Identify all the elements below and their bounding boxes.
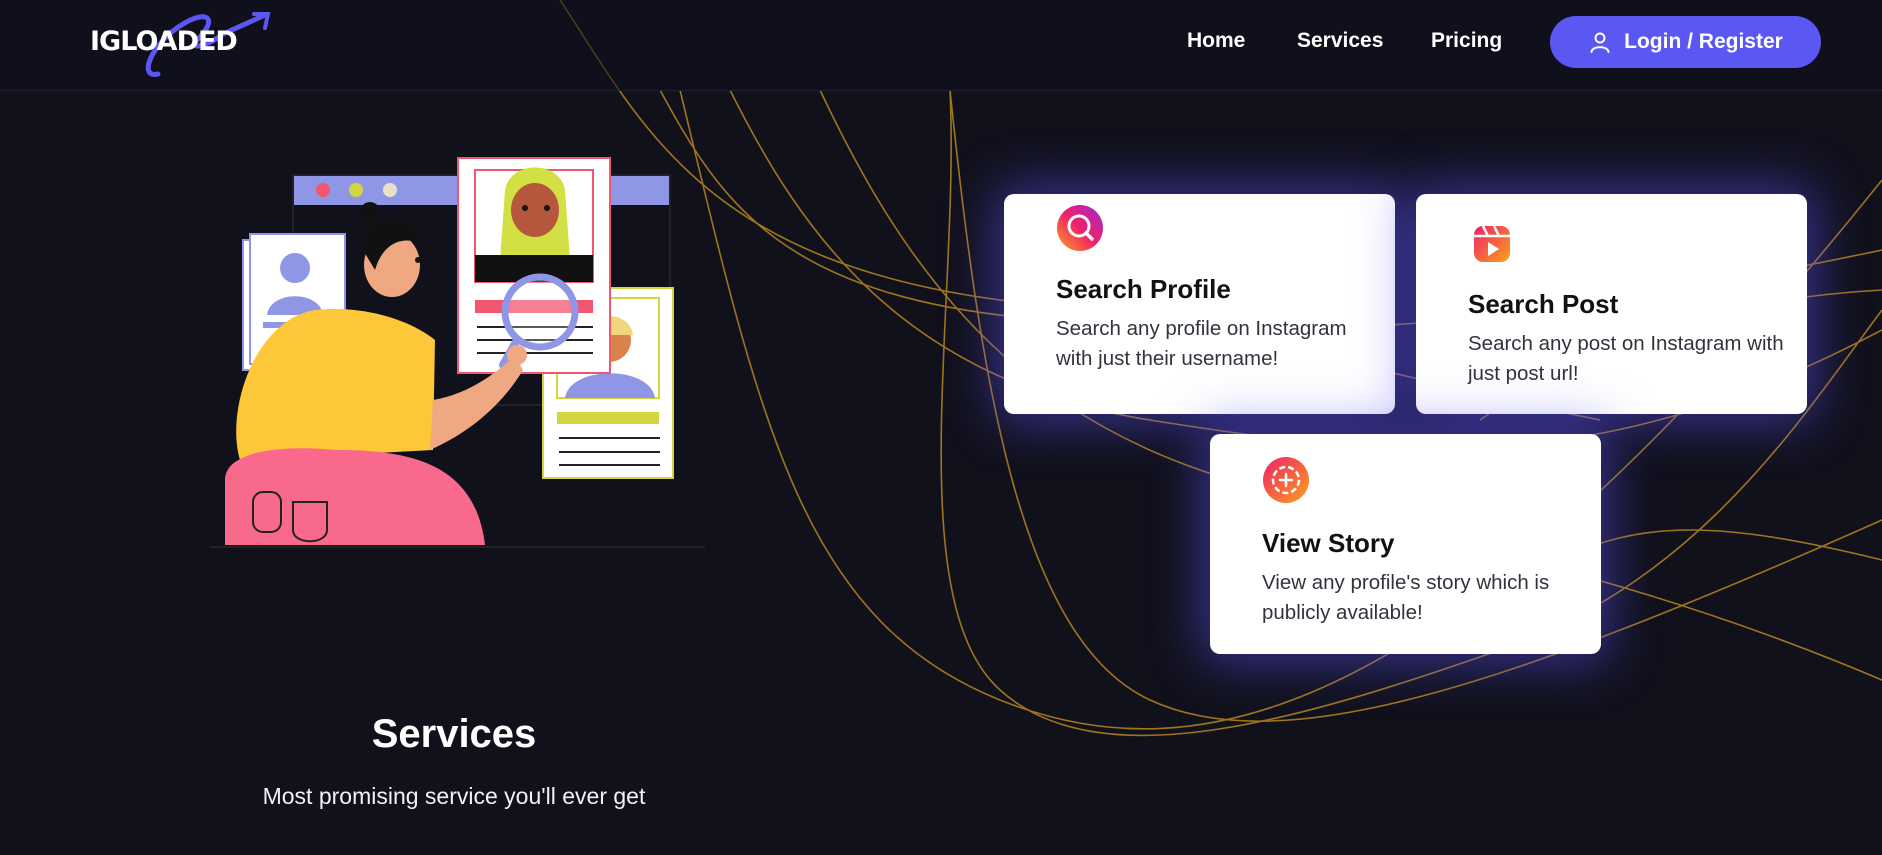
search-profile-card[interactable]: Search Profile Search any profile on Ins… [1004, 194, 1395, 414]
logo-wordmark: IGLOADED [90, 26, 238, 57]
story-add-icon [1263, 457, 1309, 503]
view-story-description: View any profile's story which is public… [1262, 571, 1550, 624]
login-register-label: Login / Register [1624, 30, 1783, 53]
login-register-button[interactable]: Login / Register [1550, 16, 1821, 68]
services-subheading: Most promising service you'll ever get [262, 783, 646, 809]
people-search-illustration [210, 157, 705, 548]
reels-icon [1474, 225, 1510, 262]
search-profile-title: Search Profile [1056, 274, 1231, 304]
view-story-title: View Story [1262, 528, 1395, 558]
brand-logo[interactable]: IGLOADED [88, 4, 278, 84]
nav-services-link[interactable]: Services [1297, 29, 1383, 53]
nav-home-link[interactable]: Home [1187, 29, 1245, 53]
top-navbar: IGLOADED Home Services Pricing Login / R… [0, 0, 1882, 91]
view-story-card[interactable]: View Story View any profile's story whic… [1210, 434, 1601, 654]
search-post-card[interactable]: Search Post Search any post on Instagram… [1416, 194, 1807, 414]
nav-pricing-link[interactable]: Pricing [1431, 29, 1502, 53]
search-post-description: Search any post on Instagram with just p… [1468, 332, 1784, 385]
user-icon [1590, 32, 1610, 53]
search-profile-icon [1057, 205, 1103, 251]
search-post-title: Search Post [1468, 289, 1619, 319]
services-heading: Services [371, 712, 537, 756]
search-profile-description: Search any profile on Instagram with jus… [1056, 317, 1347, 370]
